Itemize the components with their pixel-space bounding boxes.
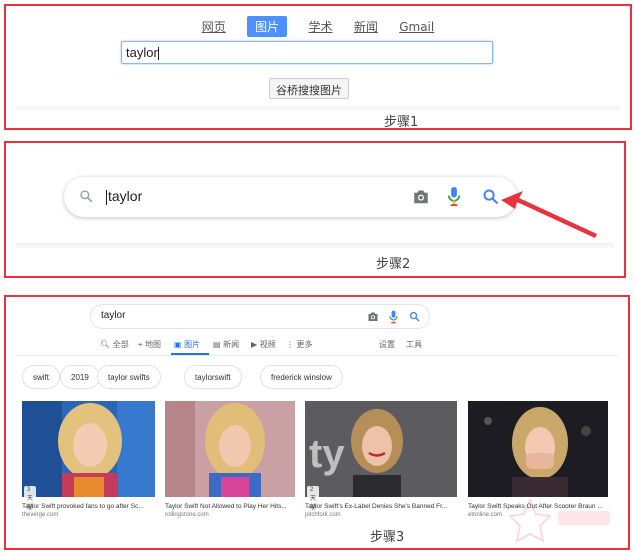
search-query-text: taylor [126,45,158,60]
page-divider [16,106,620,111]
step1-label: 步骤1 [384,115,419,130]
step2-panel: taylor 步骤2 [4,141,626,278]
chip[interactable]: 2019 [60,365,100,389]
map-icon: ⌖ [138,340,143,349]
text-caret [106,189,107,205]
tab-news[interactable]: 新闻 [354,18,378,35]
microphone-icon[interactable] [447,186,461,207]
tab-scholar[interactable]: 学术 [308,18,332,35]
tab-news[interactable]: ▤ 新闻 [213,339,239,350]
result-thumbnail[interactable]: ty [305,401,457,497]
camera-icon[interactable] [367,311,379,322]
step3-label: 步骤3 [370,530,405,545]
chip[interactable]: taylorswift [184,365,242,389]
search-box[interactable]: taylor [90,304,430,329]
tab-maps-label: 地图 [145,340,162,349]
result-caption[interactable]: Taylor Swift Not Allowed to Play Her Hit… [165,503,295,510]
result-type-tabs: 🔍︎ 全部 ⌖ 地图 ▣ 图片 ▤ 新闻 ▶ 视频 ⋮ 更多 设置 工具 [6,339,628,353]
pointer-arrow-icon [501,191,597,238]
watermark-logo-icon [507,497,610,543]
settings-link[interactable]: 设置 [379,339,395,350]
news-icon: ▤ [213,340,221,349]
text-caret [157,47,159,61]
search-submit-icon[interactable] [482,188,499,205]
more-icon: ⋮ [286,340,294,349]
chip[interactable]: frederick winslow [260,365,343,389]
search-icon [80,190,93,203]
tab-videos[interactable]: ▶ 视频 [251,339,276,350]
microphone-icon[interactable] [389,310,398,324]
tab-images[interactable]: ▣ 图片 [174,339,200,350]
search-type-tabs: 网页 图片 学术 新闻 Gmail [6,16,630,37]
search-input[interactable]: taylor [121,41,493,64]
result-thumbnail[interactable] [22,401,155,497]
page-divider [16,243,614,248]
result-caption[interactable]: Taylor Swift's Ex-Label Denies She's Ban… [305,503,457,510]
chip[interactable]: taylor swifts [97,365,161,389]
result-caption[interactable]: Taylor Swift provoked fans to go after S… [22,503,155,510]
image-icon: ▣ [174,340,182,349]
tab-images[interactable]: 图片 [247,16,288,37]
tab-gmail[interactable]: Gmail [399,20,434,34]
svg-text:ty: ty [309,432,345,476]
search-query-text: taylor [108,188,143,204]
tab-videos-label: 视频 [259,340,276,349]
search-icon: 🔍︎ [100,340,111,349]
tab-all[interactable]: 🔍︎ 全部 [100,339,129,350]
divider [16,355,618,356]
search-input[interactable]: taylor [106,188,142,205]
tab-all-label: 全部 [112,340,129,349]
tab-more-label: 更多 [296,340,313,349]
result-source: theverge.com [22,512,59,518]
search-images-button[interactable]: 谷桥搜搜图片 [269,78,349,99]
tab-more[interactable]: ⋮ 更多 [286,339,313,350]
tools-link[interactable]: 工具 [406,339,422,350]
tab-images-label: 图片 [184,340,201,349]
tab-news-label: 新闻 [223,340,240,349]
chip[interactable]: swift [22,365,60,389]
camera-icon[interactable] [412,188,430,205]
video-icon: ▶ [251,340,258,349]
tab-web[interactable]: 网页 [202,18,226,35]
step2-label: 步骤2 [376,257,411,272]
tab-maps[interactable]: ⌖ 地图 [138,339,161,350]
result-thumbnail[interactable] [165,401,295,497]
search-query-text: taylor [101,310,126,321]
result-source: pitchfork.com [305,512,341,518]
search-box[interactable]: taylor [64,177,517,217]
result-thumbnail[interactable] [468,401,608,497]
result-source: etonline.com [468,512,503,518]
step1-panel: 网页 图片 学术 新闻 Gmail taylor 谷桥搜搜图片 步骤1 [4,4,632,130]
search-submit-icon[interactable] [409,311,420,322]
result-source: rollingstone.com [165,512,209,518]
